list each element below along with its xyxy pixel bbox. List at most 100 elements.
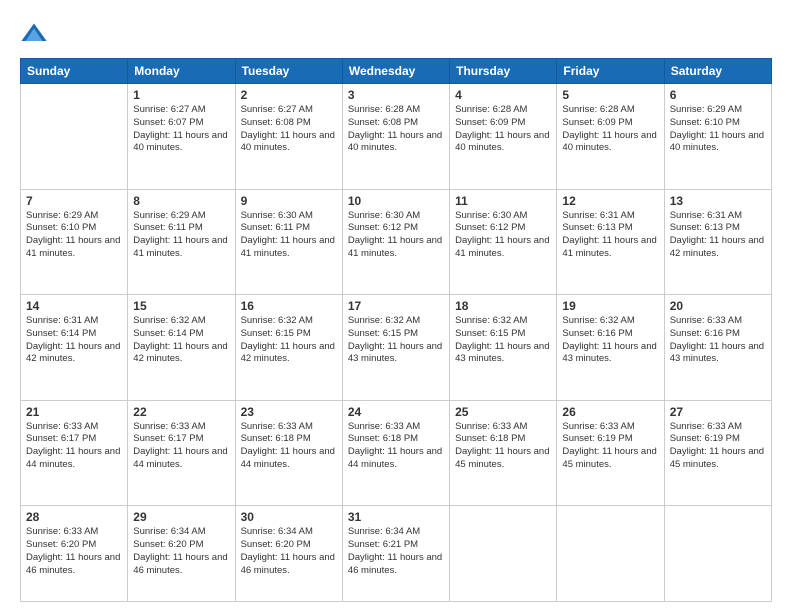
calendar-cell: 2 Sunrise: 6:27 AM Sunset: 6:08 PM Daylig… [235, 84, 342, 190]
calendar-cell [21, 84, 128, 190]
calendar-cell: 21Sunrise: 6:33 AM Sunset: 6:17 PM Dayli… [21, 400, 128, 506]
day-number: 10 [348, 194, 444, 208]
day-info: Sunrise: 6:32 AM Sunset: 6:15 PM Dayligh… [241, 315, 337, 366]
calendar-cell: 9Sunrise: 6:30 AM Sunset: 6:11 PM Daylig… [235, 189, 342, 295]
calendar-cell [450, 506, 557, 602]
calendar-week-2: 7 Sunrise: 6:29 AM Sunset: 6:10 PM Daylig… [21, 189, 772, 295]
day-info: Sunrise: 6:29 AM Sunset: 6:11 PM Dayligh… [133, 210, 229, 261]
day-info: Sunrise: 6:28 AM Sunset: 6:09 PM Dayligh… [455, 104, 551, 155]
calendar-cell: 16 Sunrise: 6:32 AM Sunset: 6:15 PM Dayli… [235, 295, 342, 401]
calendar-cell: 27 Sunrise: 6:33 AM Sunset: 6:19 PM Dayli… [664, 400, 771, 506]
day-number: 23 [241, 405, 337, 419]
day-number: 2 [241, 88, 337, 102]
day-number: 6 [670, 88, 766, 102]
day-number: 3 [348, 88, 444, 102]
header [20, 20, 772, 48]
day-number: 30 [241, 510, 337, 524]
day-number: 24 [348, 405, 444, 419]
calendar-cell: 7 Sunrise: 6:29 AM Sunset: 6:10 PM Daylig… [21, 189, 128, 295]
calendar-header-sunday: Sunday [21, 59, 128, 84]
calendar-week-3: 14 Sunrise: 6:31 AM Sunset: 6:14 PM Dayli… [21, 295, 772, 401]
day-number: 9 [241, 194, 337, 208]
day-info: Sunrise: 6:33 AM Sunset: 6:16 PM Dayligh… [670, 315, 766, 366]
calendar-cell: 15Sunrise: 6:32 AM Sunset: 6:14 PM Dayli… [128, 295, 235, 401]
calendar-cell: 11 Sunrise: 6:30 AM Sunset: 6:12 PM Dayli… [450, 189, 557, 295]
day-info: Sunrise: 6:30 AM Sunset: 6:12 PM Dayligh… [455, 210, 551, 261]
calendar-cell: 30 Sunrise: 6:34 AM Sunset: 6:20 PM Dayli… [235, 506, 342, 602]
day-number: 4 [455, 88, 551, 102]
calendar-cell: 13 Sunrise: 6:31 AM Sunset: 6:13 PM Dayli… [664, 189, 771, 295]
calendar-cell: 8 Sunrise: 6:29 AM Sunset: 6:11 PM Daylig… [128, 189, 235, 295]
day-number: 17 [348, 299, 444, 313]
day-number: 18 [455, 299, 551, 313]
day-info: Sunrise: 6:28 AM Sunset: 6:09 PM Dayligh… [562, 104, 658, 155]
calendar-week-1: 1 Sunrise: 6:27 AM Sunset: 6:07 PM Daylig… [21, 84, 772, 190]
day-number: 26 [562, 405, 658, 419]
day-number: 8 [133, 194, 229, 208]
calendar-table: SundayMondayTuesdayWednesdayThursdayFrid… [20, 58, 772, 602]
day-number: 7 [26, 194, 122, 208]
day-info: Sunrise: 6:34 AM Sunset: 6:21 PM Dayligh… [348, 526, 444, 577]
page: SundayMondayTuesdayWednesdayThursdayFrid… [0, 0, 792, 612]
calendar-header-friday: Friday [557, 59, 664, 84]
day-number: 14 [26, 299, 122, 313]
calendar-cell: 4 Sunrise: 6:28 AM Sunset: 6:09 PM Daylig… [450, 84, 557, 190]
day-info: Sunrise: 6:29 AM Sunset: 6:10 PM Dayligh… [26, 210, 122, 261]
day-number: 16 [241, 299, 337, 313]
calendar-cell: 3 Sunrise: 6:28 AM Sunset: 6:08 PM Daylig… [342, 84, 449, 190]
day-number: 22 [133, 405, 229, 419]
calendar-cell: 20 Sunrise: 6:33 AM Sunset: 6:16 PM Dayli… [664, 295, 771, 401]
calendar-week-5: 28 Sunrise: 6:33 AM Sunset: 6:20 PM Dayli… [21, 506, 772, 602]
day-info: Sunrise: 6:33 AM Sunset: 6:18 PM Dayligh… [241, 421, 337, 472]
day-info: Sunrise: 6:32 AM Sunset: 6:15 PM Dayligh… [348, 315, 444, 366]
calendar-cell: 12 Sunrise: 6:31 AM Sunset: 6:13 PM Dayli… [557, 189, 664, 295]
calendar-cell [557, 506, 664, 602]
day-info: Sunrise: 6:31 AM Sunset: 6:14 PM Dayligh… [26, 315, 122, 366]
day-info: Sunrise: 6:29 AM Sunset: 6:10 PM Dayligh… [670, 104, 766, 155]
calendar-cell: 25Sunrise: 6:33 AM Sunset: 6:18 PM Dayli… [450, 400, 557, 506]
day-info: Sunrise: 6:27 AM Sunset: 6:08 PM Dayligh… [241, 104, 337, 155]
day-info: Sunrise: 6:33 AM Sunset: 6:19 PM Dayligh… [562, 421, 658, 472]
calendar-cell [664, 506, 771, 602]
day-info: Sunrise: 6:31 AM Sunset: 6:13 PM Dayligh… [562, 210, 658, 261]
day-info: Sunrise: 6:33 AM Sunset: 6:19 PM Dayligh… [670, 421, 766, 472]
calendar-cell: 14 Sunrise: 6:31 AM Sunset: 6:14 PM Dayli… [21, 295, 128, 401]
day-number: 27 [670, 405, 766, 419]
day-number: 20 [670, 299, 766, 313]
day-info: Sunrise: 6:28 AM Sunset: 6:08 PM Dayligh… [348, 104, 444, 155]
day-number: 5 [562, 88, 658, 102]
calendar-cell: 22Sunrise: 6:33 AM Sunset: 6:17 PM Dayli… [128, 400, 235, 506]
day-number: 29 [133, 510, 229, 524]
day-number: 13 [670, 194, 766, 208]
day-info: Sunrise: 6:30 AM Sunset: 6:12 PM Dayligh… [348, 210, 444, 261]
logo-icon [20, 20, 48, 48]
day-info: Sunrise: 6:33 AM Sunset: 6:20 PM Dayligh… [26, 526, 122, 577]
day-number: 12 [562, 194, 658, 208]
day-number: 19 [562, 299, 658, 313]
day-number: 31 [348, 510, 444, 524]
day-info: Sunrise: 6:33 AM Sunset: 6:18 PM Dayligh… [348, 421, 444, 472]
day-info: Sunrise: 6:32 AM Sunset: 6:16 PM Dayligh… [562, 315, 658, 366]
calendar-cell: 10 Sunrise: 6:30 AM Sunset: 6:12 PM Dayli… [342, 189, 449, 295]
calendar-cell: 28 Sunrise: 6:33 AM Sunset: 6:20 PM Dayli… [21, 506, 128, 602]
calendar-cell: 24 Sunrise: 6:33 AM Sunset: 6:18 PM Dayli… [342, 400, 449, 506]
calendar-header-saturday: Saturday [664, 59, 771, 84]
day-info: Sunrise: 6:32 AM Sunset: 6:14 PM Dayligh… [133, 315, 229, 366]
day-number: 28 [26, 510, 122, 524]
calendar-cell: 6 Sunrise: 6:29 AM Sunset: 6:10 PM Daylig… [664, 84, 771, 190]
calendar-header-tuesday: Tuesday [235, 59, 342, 84]
day-number: 1 [133, 88, 229, 102]
calendar-cell: 31 Sunrise: 6:34 AM Sunset: 6:21 PM Dayli… [342, 506, 449, 602]
logo [20, 20, 52, 48]
calendar-cell: 1 Sunrise: 6:27 AM Sunset: 6:07 PM Daylig… [128, 84, 235, 190]
calendar-cell: 23 Sunrise: 6:33 AM Sunset: 6:18 PM Dayli… [235, 400, 342, 506]
day-number: 11 [455, 194, 551, 208]
day-info: Sunrise: 6:34 AM Sunset: 6:20 PM Dayligh… [241, 526, 337, 577]
calendar-header-row: SundayMondayTuesdayWednesdayThursdayFrid… [21, 59, 772, 84]
calendar-header-monday: Monday [128, 59, 235, 84]
calendar-header-thursday: Thursday [450, 59, 557, 84]
calendar-cell: 26 Sunrise: 6:33 AM Sunset: 6:19 PM Dayli… [557, 400, 664, 506]
calendar-header-wednesday: Wednesday [342, 59, 449, 84]
day-info: Sunrise: 6:27 AM Sunset: 6:07 PM Dayligh… [133, 104, 229, 155]
day-info: Sunrise: 6:31 AM Sunset: 6:13 PM Dayligh… [670, 210, 766, 261]
